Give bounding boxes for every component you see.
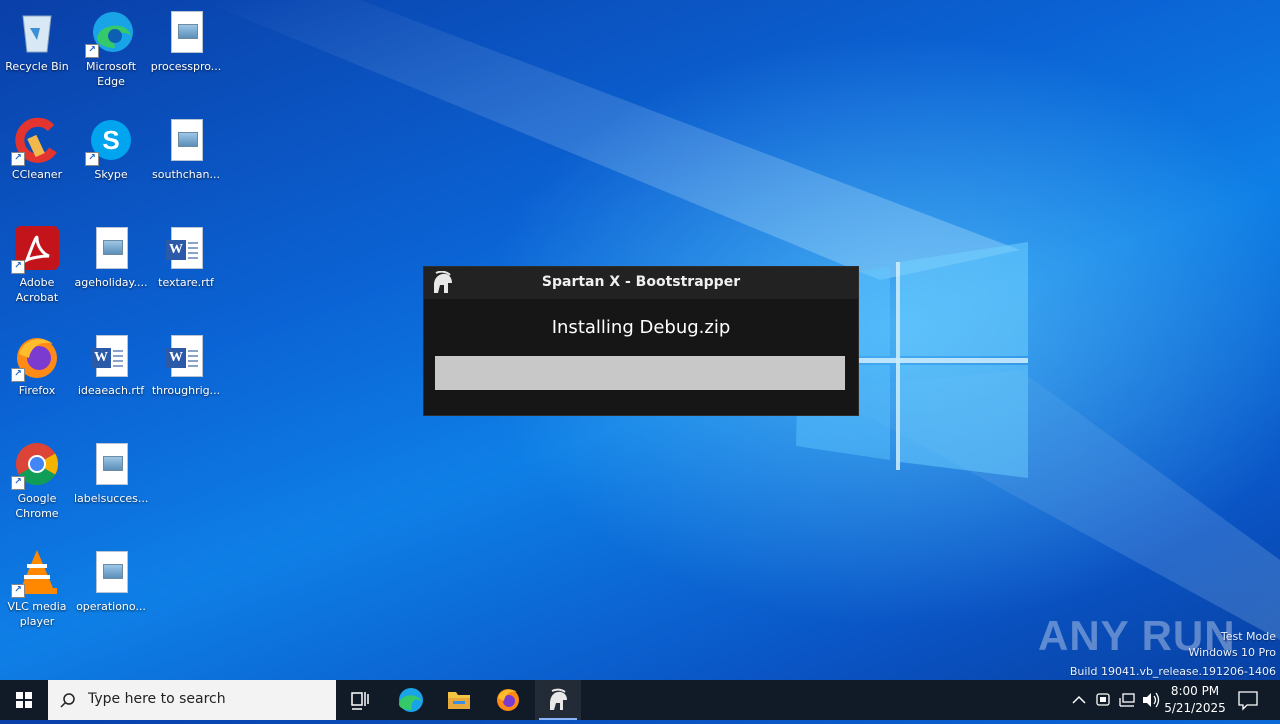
clock-time: 8:00 PM: [1170, 684, 1220, 698]
desktop-icon-ccleaner[interactable]: ↗ CCleaner: [0, 116, 74, 182]
volume-icon: [1143, 692, 1160, 708]
ccleaner-icon: ↗: [11, 116, 61, 166]
tray-clock[interactable]: 8:00 PM 5/21/2025: [1164, 680, 1226, 720]
desktop-icon-recycle-bin[interactable]: Recycle Bin: [0, 8, 74, 74]
search-placeholder: Type here to search: [88, 691, 226, 707]
start-button[interactable]: [0, 680, 48, 720]
install-status-message: Installing Debug.zip: [551, 317, 731, 338]
skype-icon: S ↗: [85, 116, 135, 166]
notification-icon: [1238, 691, 1258, 711]
dialog-titlebar[interactable]: Spartan X - Bootstrapper: [424, 267, 858, 299]
install-progress-bar: [435, 356, 845, 390]
image-file-icon: [87, 440, 135, 488]
task-view-button[interactable]: [338, 680, 382, 720]
spartan-helmet-icon: [550, 688, 567, 710]
windows-start-icon: [16, 692, 32, 708]
shortcut-arrow-icon: ↗: [85, 152, 99, 166]
shortcut-arrow-icon: ↗: [11, 476, 25, 490]
shortcut-arrow-icon: ↗: [11, 152, 25, 166]
desktop-icon-labelsucces[interactable]: labelsucces...: [74, 440, 148, 506]
image-file-icon: [87, 548, 135, 596]
desktop-icon-vlc[interactable]: ↗ VLC media player: [0, 548, 74, 629]
taskbar-file-explorer-button[interactable]: [437, 680, 481, 720]
acrobat-icon: ↗: [11, 224, 61, 274]
windows-edition-text: Windows 10 Pro: [1188, 646, 1276, 659]
edge-icon: [399, 688, 423, 712]
taskbar-firefox-button[interactable]: [486, 680, 530, 720]
desktop-icon-microsoft-edge[interactable]: ↗ Microsoft Edge: [74, 8, 148, 89]
word-doc-icon: W: [162, 224, 210, 272]
network-icon: [1119, 693, 1135, 707]
desktop-icon-ageholiday[interactable]: ageholiday....: [74, 224, 148, 290]
chrome-icon: ↗: [11, 440, 61, 490]
test-mode-text: Test Mode: [1220, 630, 1276, 643]
chevron-up-icon: [1072, 695, 1086, 704]
svg-text:S: S: [102, 125, 119, 155]
word-doc-icon: W: [162, 332, 210, 380]
image-file-icon: [162, 116, 210, 164]
shortcut-arrow-icon: ↗: [11, 260, 25, 274]
clock-date: 5/21/2025: [1164, 701, 1226, 715]
build-text: Build 19041.vb_release.191206-1406: [1069, 665, 1276, 678]
tray-volume-button[interactable]: [1140, 680, 1162, 720]
bootstrapper-dialog: Spartan X - Bootstrapper Installing Debu…: [423, 266, 859, 416]
tray-network-button[interactable]: [1116, 680, 1138, 720]
taskbar-search-box[interactable]: Type here to search: [48, 680, 336, 720]
image-file-icon: [87, 224, 135, 272]
desktop-icon-southchan[interactable]: southchan...: [149, 116, 223, 182]
taskbar: Type here to search 8:00 PM 5/21/2025: [0, 680, 1280, 720]
tray-device-button[interactable]: [1092, 680, 1114, 720]
desktop-icon-adobe-acrobat[interactable]: ↗ Adobe Acrobat: [0, 224, 74, 305]
image-file-icon: [162, 8, 210, 56]
show-hidden-icons-button[interactable]: [1068, 680, 1090, 720]
desktop-icon-throughrig[interactable]: W throughrig...: [149, 332, 223, 398]
recycle-bin-icon: [13, 8, 61, 56]
firefox-icon: ↗: [11, 332, 61, 382]
desktop-icon-grid: Recycle Bin ↗ Microsoft Edge processpro.…: [0, 0, 240, 680]
edge-icon: ↗: [85, 8, 135, 58]
search-icon: [60, 693, 75, 708]
action-center-button[interactable]: [1232, 680, 1264, 720]
desktop-icon-skype[interactable]: S ↗ Skype: [74, 116, 148, 182]
shortcut-arrow-icon: ↗: [11, 584, 25, 598]
device-icon: [1096, 693, 1110, 706]
desktop-icon-textare[interactable]: W textare.rtf: [149, 224, 223, 290]
desktop-icon-firefox[interactable]: ↗ Firefox: [0, 332, 74, 398]
desktop-icon-ideaeach[interactable]: W ideaeach.rtf: [74, 332, 148, 398]
shortcut-arrow-icon: ↗: [11, 368, 25, 382]
vlc-icon: ↗: [11, 548, 61, 598]
desktop-icon-operationo[interactable]: operationo...: [74, 548, 148, 614]
folder-icon: [448, 692, 470, 709]
taskbar-edge-button[interactable]: [388, 680, 432, 720]
shortcut-arrow-icon: ↗: [85, 44, 99, 58]
firefox-icon: [497, 689, 519, 711]
taskbar-spartan-button[interactable]: [535, 680, 581, 720]
word-doc-icon: W: [87, 332, 135, 380]
desktop-icon-processpro[interactable]: processpro...: [149, 8, 223, 74]
desktop-icon-google-chrome[interactable]: ↗ Google Chrome: [0, 440, 74, 521]
dialog-title: Spartan X - Bootstrapper: [541, 274, 741, 290]
task-view-icon: [351, 692, 369, 710]
